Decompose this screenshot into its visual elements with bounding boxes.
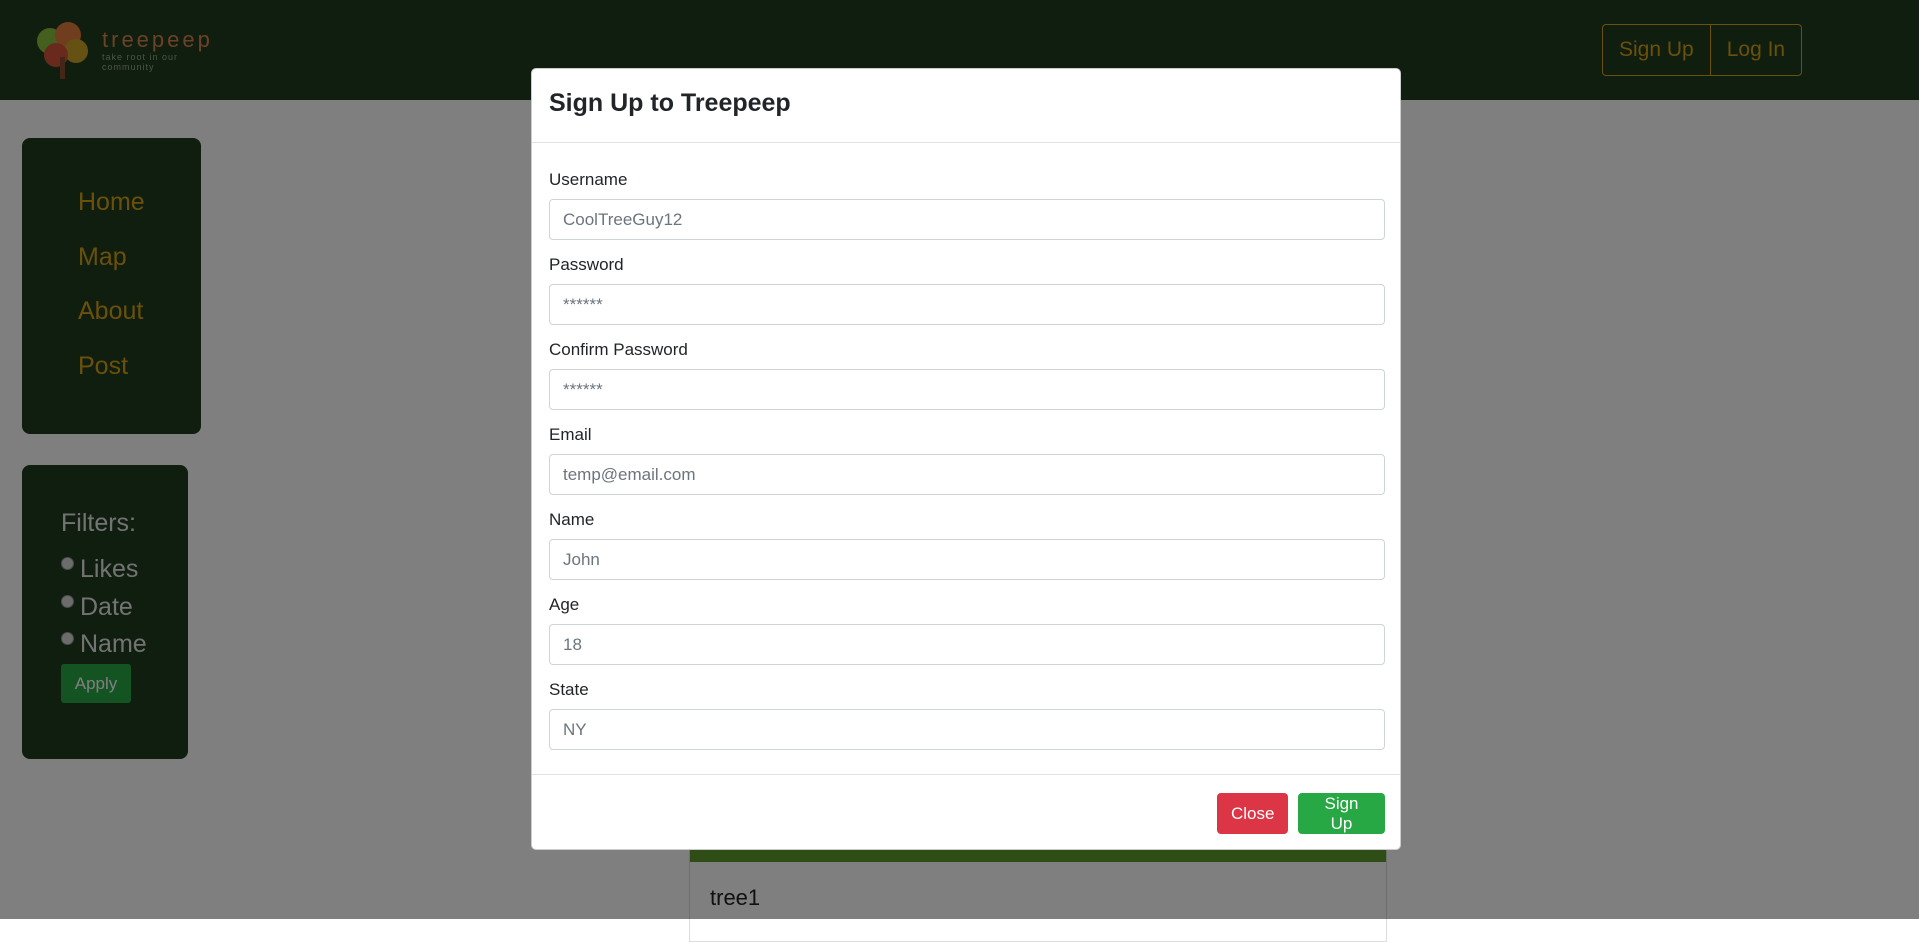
username-input[interactable] <box>549 199 1385 240</box>
signup-submit-button[interactable]: Sign Up <box>1298 793 1385 834</box>
password-label: Password <box>549 255 624 274</box>
modal-title: Sign Up to Treepeep <box>549 89 791 117</box>
name-label: Name <box>549 510 595 529</box>
password-input[interactable] <box>549 284 1385 325</box>
close-button[interactable]: Close <box>1217 793 1288 834</box>
email-label: Email <box>549 425 592 444</box>
email-input[interactable] <box>549 454 1385 495</box>
state-input[interactable] <box>549 709 1385 750</box>
state-label: State <box>549 680 589 699</box>
confirm-password-input[interactable] <box>549 369 1385 410</box>
name-input[interactable] <box>549 539 1385 580</box>
signup-modal: Sign Up to Treepeep Username Password Co… <box>531 68 1401 850</box>
modal-footer: Close Sign Up <box>532 774 1400 851</box>
age-input[interactable] <box>549 624 1385 665</box>
modal-header: Sign Up to Treepeep <box>532 69 1400 143</box>
confirm-password-label: Confirm Password <box>549 340 688 359</box>
age-label: Age <box>549 595 580 614</box>
username-label: Username <box>549 170 628 189</box>
